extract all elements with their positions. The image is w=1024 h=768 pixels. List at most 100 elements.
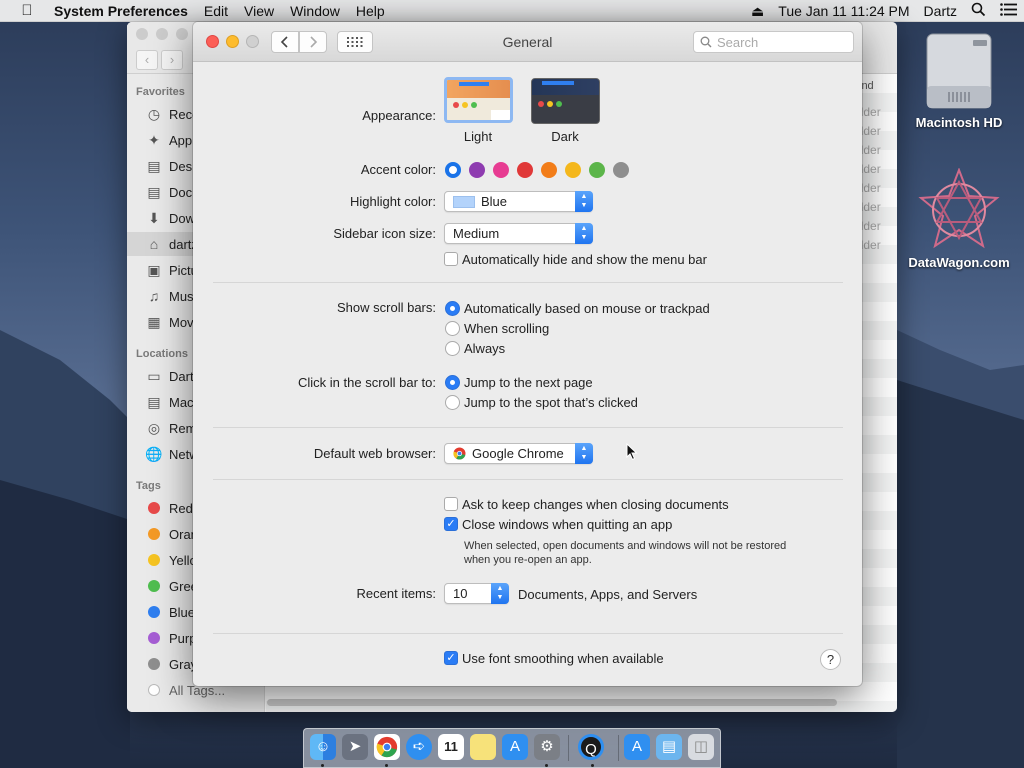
chrome-dock-icon[interactable] — [374, 734, 400, 760]
font-smoothing-checkbox[interactable]: ✓ — [444, 651, 458, 665]
scroll-bars-always-radio[interactable] — [445, 341, 460, 356]
ask-keep-changes-checkbox[interactable] — [444, 497, 458, 511]
sidebar-item-desktop[interactable]: ▤ Desk — [145, 154, 198, 178]
close-windows-label[interactable]: Close windows when quitting an app — [462, 517, 672, 532]
apple-menu-icon[interactable]:  — [0, 2, 54, 19]
sidebar-tag-yellow[interactable]: Yello — [145, 548, 197, 572]
datawagon-desktop-icon[interactable]: DataWagon.com — [905, 167, 1013, 270]
sidebar-item-movies[interactable]: ▦ Mov — [145, 310, 193, 334]
accent-swatch-pink[interactable] — [493, 162, 509, 178]
sidebar-item-computer[interactable]: ▭ Dart — [145, 364, 193, 388]
orange-tag-icon — [148, 528, 160, 540]
accent-swatch-yellow[interactable] — [565, 162, 581, 178]
sidebar-tag-purple[interactable]: Purp — [145, 626, 196, 650]
blue-tag-icon — [148, 606, 160, 618]
font-smoothing-label[interactable]: Use font smoothing when available — [462, 651, 664, 666]
accent-swatch-red[interactable] — [517, 162, 533, 178]
clock[interactable]: Tue Jan 11 11:24 PM — [771, 3, 916, 19]
launchpad-dock-icon[interactable]: ➤ — [342, 734, 368, 760]
help-button[interactable]: ? — [820, 649, 841, 670]
sidebar-tag-green[interactable]: Gree — [145, 574, 198, 598]
appearance-light-option[interactable] — [444, 77, 513, 123]
sidebar-item-pictures[interactable]: ▣ Pictu — [145, 258, 198, 282]
running-indicator — [591, 764, 594, 767]
menu-edit[interactable]: Edit — [196, 3, 236, 19]
sidebar-tag-orange[interactable]: Oran — [145, 522, 198, 546]
scroll-bars-auto-label[interactable]: Automatically based on mouse or trackpad — [464, 301, 710, 316]
scroll-bars-when-scrolling-radio[interactable] — [445, 321, 460, 336]
finder-back-button[interactable]: ‹ — [136, 50, 158, 70]
highlight-swatch-icon — [453, 195, 475, 208]
app-store-dock-icon[interactable]: A — [502, 734, 528, 760]
highlight-color-popup[interactable]: Blue ▲ ▼ — [444, 191, 593, 212]
auto-hide-menu-checkbox[interactable] — [444, 252, 458, 266]
finder-zoom-button[interactable] — [176, 28, 188, 40]
appearance-dark-option[interactable] — [531, 78, 600, 124]
hard-drive-icon — [926, 33, 992, 109]
downloads-folder-dock-icon[interactable]: ▤ — [656, 734, 682, 760]
quicktime-dock-icon[interactable]: Q — [578, 734, 604, 760]
menu-view[interactable]: View — [236, 3, 282, 19]
show-scroll-bars-label: Show scroll bars: — [337, 300, 436, 315]
notes-dock-icon[interactable] — [470, 734, 496, 760]
sidebar-item-network[interactable]: 🌐 Netw — [145, 442, 198, 466]
default-browser-popup[interactable]: Google Chrome ▲ ▼ — [444, 443, 593, 464]
computer-icon: ▭ — [147, 367, 161, 384]
scroll-bars-always-label[interactable]: Always — [464, 341, 505, 356]
sidebar-item-documents[interactable]: ▤ Docu — [145, 180, 199, 204]
finder-close-button[interactable] — [136, 28, 148, 40]
sidebar-icon-size-popup[interactable]: Medium ▲ ▼ — [444, 223, 593, 244]
sidebar-item-recents[interactable]: ◷ Rece — [145, 102, 199, 126]
system-preferences-dock-icon[interactable]: ⚙ — [534, 734, 560, 760]
eject-icon[interactable]: ⏏ — [744, 3, 771, 20]
safari-dock-icon[interactable]: ➪ — [406, 734, 432, 760]
finder-horizontal-scrollbar[interactable] — [267, 699, 837, 706]
trash-dock-icon[interactable]: ◫ — [688, 734, 714, 760]
desktop-icon: ▤ — [147, 157, 161, 174]
close-windows-note-line-1: When selected, open documents and window… — [464, 540, 787, 552]
sidebar-item-downloads[interactable]: ⬇ Dow — [145, 206, 195, 230]
sidebar-tag-gray[interactable]: Gray — [145, 652, 197, 676]
divider — [213, 282, 843, 283]
close-windows-checkbox[interactable]: ✓ — [444, 517, 458, 531]
macintosh-hd-desktop-icon[interactable]: Macintosh HD — [905, 32, 1013, 130]
scroll-bars-auto-radio[interactable] — [445, 301, 460, 316]
jump-to-spot-label[interactable]: Jump to the spot that’s clicked — [464, 395, 638, 410]
finder-forward-button[interactable]: › — [161, 50, 183, 70]
sidebar-item-applications[interactable]: ✦ App — [145, 128, 192, 152]
accent-swatch-orange[interactable] — [541, 162, 557, 178]
jump-next-page-radio[interactable] — [445, 375, 460, 390]
sidebar-tag-red[interactable]: Red — [145, 496, 193, 520]
notification-center-icon[interactable] — [993, 3, 1024, 19]
all-tags-icon — [148, 684, 160, 696]
jump-next-page-label[interactable]: Jump to the next page — [464, 375, 593, 390]
accent-swatch-blue[interactable] — [445, 162, 461, 178]
calendar-dock-icon[interactable]: 11 — [438, 734, 464, 760]
ask-keep-changes-label[interactable]: Ask to keep changes when closing documen… — [462, 497, 729, 512]
accent-swatch-purple[interactable] — [469, 162, 485, 178]
camera-icon: ▣ — [147, 261, 161, 278]
appearance-light-label: Light — [463, 129, 493, 144]
menu-help[interactable]: Help — [348, 3, 393, 19]
jump-to-spot-radio[interactable] — [445, 395, 460, 410]
app-menu[interactable]: System Preferences — [54, 3, 196, 19]
running-indicator — [321, 764, 324, 767]
accent-swatch-graphite[interactable] — [613, 162, 629, 178]
close-windows-note-line-2: when you re-open an app. — [464, 554, 592, 566]
search-field[interactable]: Search — [693, 31, 854, 53]
sidebar-tag-blue[interactable]: Blue — [145, 600, 195, 624]
user-menu[interactable]: Dartz — [917, 3, 964, 19]
accent-swatch-green[interactable] — [589, 162, 605, 178]
popup-chevron-icon: ▲ ▼ — [491, 583, 509, 604]
spotlight-search-icon[interactable] — [964, 2, 993, 20]
finder-dock-icon[interactable]: ☺ — [310, 734, 336, 760]
menu-window[interactable]: Window — [282, 3, 348, 19]
applications-folder-dock-icon[interactable]: A — [624, 734, 650, 760]
auto-hide-menu-label[interactable]: Automatically hide and show the menu bar — [462, 252, 707, 267]
sidebar-item-music[interactable]: ♫ Musi — [145, 284, 197, 308]
sidebar-item-macintosh-hd[interactable]: ▤ Mac — [145, 390, 193, 414]
sidebar-item-remote-disc[interactable]: ◎ Rem — [145, 416, 197, 440]
recent-items-popup[interactable]: 10 ▲ ▼ — [444, 583, 509, 604]
finder-minimize-button[interactable] — [156, 28, 168, 40]
scroll-bars-when-scrolling-label[interactable]: When scrolling — [464, 321, 549, 336]
